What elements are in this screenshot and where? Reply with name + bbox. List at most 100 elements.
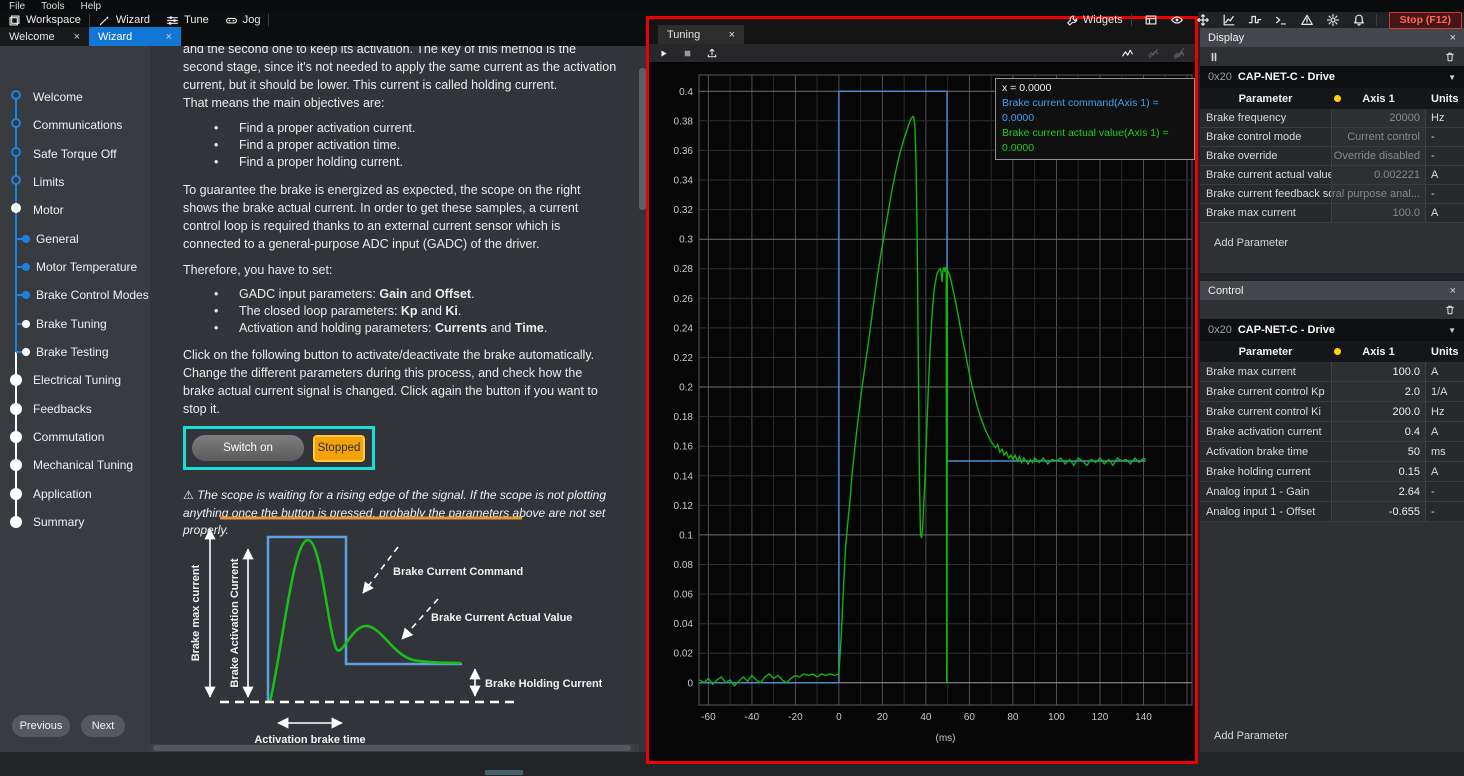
stop-button[interactable]: Stop (F12) (1389, 12, 1462, 29)
objectives-intro: That means the main objectives are: (183, 94, 617, 112)
signals-overlay-icon[interactable] (1173, 47, 1186, 60)
sidebar-item-brake-testing[interactable]: Brake Testing (0, 344, 150, 360)
signals-compare-icon[interactable] (1147, 47, 1160, 60)
close-icon[interactable]: × (729, 29, 735, 41)
parameter-value[interactable]: 100.0 (1331, 362, 1426, 381)
sidebar-item-application[interactable]: Application (0, 486, 150, 502)
add-parameter-link[interactable]: Add Parameter (1200, 730, 1464, 752)
close-icon[interactable]: × (74, 31, 80, 43)
parameter-value[interactable]: General purpose anal... (1331, 185, 1426, 203)
control-device-selector[interactable]: 0x20 CAP-NET-C - Drive ▼ (1200, 319, 1464, 341)
parameter-value[interactable]: 2.0 (1331, 382, 1426, 401)
pause-icon[interactable] (1208, 51, 1220, 63)
parameter-name: Brake max current (1200, 204, 1331, 222)
therefore-line: Therefore, you have to set: (183, 261, 617, 279)
widgets-label[interactable]: Widgets (1083, 14, 1123, 26)
parameter-value[interactable]: 0.002221 (1331, 166, 1426, 184)
add-parameter-link[interactable]: Add Parameter (1200, 223, 1464, 249)
content-vertical-scrollbar[interactable] (639, 46, 646, 736)
close-icon[interactable]: × (1450, 285, 1456, 297)
sidebar-item-commutation[interactable]: Commutation (0, 429, 150, 445)
sidebar-item-summary[interactable]: Summary (0, 514, 150, 530)
tab-welcome[interactable]: Welcome × (0, 27, 89, 46)
table-row: Activation brake time50ms (1200, 442, 1464, 462)
jog-button[interactable]: Jog (217, 12, 269, 28)
objectives-list: •Find a proper activation current.•Find … (183, 120, 617, 171)
signal-icon[interactable] (1121, 47, 1134, 60)
warning-icon[interactable] (1296, 13, 1318, 27)
step-dot (22, 263, 30, 271)
step-label: Brake Tuning (36, 317, 107, 331)
terminal-icon[interactable] (1270, 13, 1292, 27)
eye-icon[interactable] (1166, 13, 1188, 27)
sidebar-item-feedbacks[interactable]: Feedbacks (0, 401, 150, 417)
close-icon[interactable]: × (1450, 32, 1456, 44)
trash-icon[interactable] (1444, 304, 1456, 316)
parameter-value[interactable]: 50 (1331, 442, 1426, 461)
previous-button[interactable]: Previous (12, 715, 70, 737)
move-icon[interactable] (1192, 13, 1214, 27)
parameter-value[interactable]: -0.655 (1331, 502, 1426, 521)
sidebar-item-brake-tuning[interactable]: Brake Tuning (0, 316, 150, 332)
menu-file[interactable]: File (9, 1, 25, 12)
bell-icon[interactable] (1348, 13, 1370, 27)
table-row: Brake activation current0.4A (1200, 422, 1464, 442)
gear-icon[interactable] (1322, 13, 1344, 27)
step-label: Commutation (33, 430, 104, 444)
sidebar-item-brake-control-modes[interactable]: Brake Control Modes (0, 287, 150, 303)
sidebar-item-motor-temperature[interactable]: Motor Temperature (0, 259, 150, 275)
sidebar-item-general[interactable]: General (0, 231, 150, 247)
wand-icon (98, 14, 111, 27)
display-device-selector[interactable]: 0x20 CAP-NET-C - Drive ▼ (1200, 66, 1464, 88)
stop-square-icon[interactable] (682, 48, 693, 59)
tab-tuning[interactable]: Tuning × (658, 25, 744, 44)
close-icon[interactable]: × (166, 31, 172, 43)
scope-paragraph: To guarantee the brake is energized as e… (183, 181, 617, 253)
jog-label: Jog (243, 14, 261, 26)
parameter-value[interactable]: 200.0 (1331, 402, 1426, 421)
parameter-value[interactable]: 100.0 (1331, 204, 1426, 222)
chart-icon[interactable] (1218, 13, 1240, 27)
sidebar-item-limits[interactable]: Limits (0, 174, 150, 190)
sidebar-item-communications[interactable]: Communications (0, 117, 150, 133)
menu-tools[interactable]: Tools (41, 1, 64, 12)
step-dot (22, 320, 30, 328)
sidebar-item-safe-torque-off[interactable]: Safe Torque Off (0, 146, 150, 162)
trash-icon[interactable] (1444, 51, 1456, 63)
step-label: Electrical Tuning (33, 373, 121, 387)
sidebar-item-mechanical-tuning[interactable]: Mechanical Tuning (0, 457, 150, 473)
objective-item: •Find a proper activation current. (183, 120, 617, 137)
sidebar-item-electrical-tuning[interactable]: Electrical Tuning (0, 372, 150, 388)
parameter-value[interactable]: Current control (1331, 128, 1426, 146)
parameter-value[interactable]: 20000 (1331, 109, 1426, 127)
step-dot (10, 488, 22, 500)
tab-wizard[interactable]: Wizard × (89, 27, 181, 46)
parameter-units: 1/A (1426, 382, 1464, 401)
tooltip-x-value: x = 0.0000 (1002, 81, 1188, 96)
wrench-icon[interactable] (1066, 14, 1079, 27)
play-icon[interactable] (658, 48, 669, 59)
next-button[interactable]: Next (81, 715, 125, 737)
table-widget-icon[interactable] (1140, 13, 1162, 27)
switch-on-button[interactable]: Switch on (192, 435, 304, 461)
parameter-value[interactable]: 0.4 (1331, 422, 1426, 441)
parameter-value[interactable]: 0.15 (1331, 462, 1426, 481)
tune-button[interactable]: Tune (158, 12, 217, 28)
sidebar-item-welcome[interactable]: Welcome (0, 89, 150, 105)
sidebar-item-motor[interactable]: Motor (0, 202, 150, 218)
bottom-scrollbar-thumb[interactable] (485, 770, 523, 775)
stopped-status-button[interactable]: Stopped (313, 435, 365, 462)
wizard-button[interactable]: Wizard (90, 12, 158, 28)
content-horizontal-scrollbar[interactable] (150, 744, 639, 752)
parameter-name: Analog input 1 - Offset (1200, 502, 1331, 521)
workspace-button[interactable]: Workspace (0, 12, 89, 28)
pulse-icon[interactable] (1244, 13, 1266, 27)
parameter-name: Brake override (1200, 147, 1331, 165)
parameter-value[interactable]: 2.64 (1331, 482, 1426, 501)
menu-help[interactable]: Help (80, 1, 101, 12)
scope-plot[interactable]: 00.020.040.060.080.10.120.140.160.180.20… (649, 62, 1195, 761)
parameter-value[interactable]: Override disabled (1331, 147, 1426, 165)
export-icon[interactable] (706, 47, 718, 59)
scope-chart: 00.020.040.060.080.10.120.140.160.180.20… (649, 62, 1195, 756)
svg-text:40: 40 (920, 712, 932, 723)
